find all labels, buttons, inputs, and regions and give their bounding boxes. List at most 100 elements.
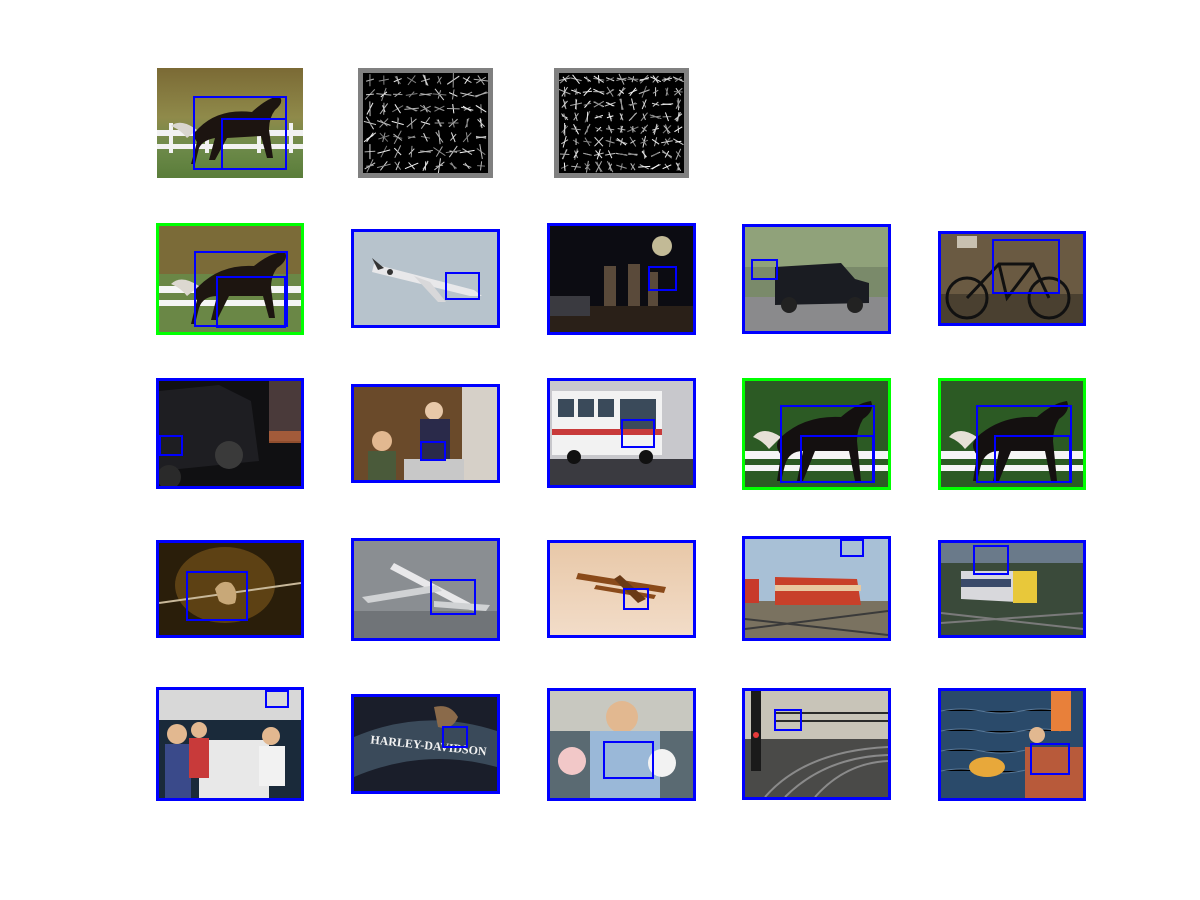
hog-gradient-stroke [562,135,567,148]
hog-gradient-stroke [642,113,646,121]
hog-gradient-stroke [638,165,651,168]
detection-box [186,571,248,621]
hog-gradient-stroke [584,152,591,156]
hog-gradient-stroke [435,146,443,157]
hog-gradient-stroke [662,164,672,170]
hog-gradient-stroke [404,107,419,110]
hog-gradient-stroke [573,113,579,121]
detection-box [445,272,480,300]
hog-gradient-stroke [435,164,444,168]
hog-gradient-stroke [420,116,431,130]
detection-box [420,441,446,461]
hog-gradient-stroke [460,92,475,97]
detection-bus[interactable] [547,378,696,488]
detection-horse-correct[interactable] [938,378,1086,490]
detection-motorbike[interactable]: HARLEY-DAVIDSON [351,694,500,794]
hog-gradient-stroke [582,90,593,93]
detection-box [973,545,1009,575]
detection-concert[interactable] [547,223,696,335]
hog-gradient-stroke [394,161,402,171]
detection-children[interactable] [351,384,500,483]
detection-box [992,239,1060,294]
hog-gradient-stroke [460,106,474,111]
detection-box [265,690,289,708]
hog-gradient-stroke [605,128,615,131]
hog-gradient-stroke [462,132,472,143]
detection-box [603,741,654,779]
hog-gradient-stroke [376,163,391,169]
detection-box [774,709,802,731]
hog-gradient-stroke [640,124,649,135]
hog-gradient-stroke [420,105,431,112]
hog-gradient-stroke [464,76,471,85]
detection-box [623,588,649,610]
hog-gradient-stroke [595,127,603,132]
hog-gradient-stroke [630,139,636,144]
hog-gradient-stroke [449,162,458,169]
hog-gradient-stroke [652,151,660,157]
hog-gradient-stroke [377,149,391,154]
hog-gradient-stroke [462,148,473,155]
detection-man-baby-dog[interactable] [547,688,696,801]
detection-box [648,266,677,291]
detection-party[interactable] [156,687,304,801]
detection-jet[interactable] [351,538,500,641]
detection-horse-correct[interactable] [742,378,891,490]
detection-box [216,276,286,328]
hog-gradient-stroke [394,104,401,114]
detection-aeroplane[interactable] [351,229,500,328]
hog-gradient-stroke [366,132,374,143]
detection-water[interactable] [938,688,1086,801]
query-horse-photo [157,68,303,178]
hog-gradient-stroke [572,74,580,84]
detection-railway[interactable] [742,688,891,800]
detection-box [994,435,1071,483]
detection-box [1030,743,1070,775]
hog-gradient-stroke [652,101,659,107]
detection-horse-correct[interactable] [156,223,304,335]
hog-gradient-stroke [479,161,483,171]
hog-gradient-stroke [464,162,470,170]
detection-train[interactable] [742,536,891,641]
hog-gradient-stroke [474,92,488,97]
hog-gradient-stroke [410,145,413,158]
hog-gradient-stroke [661,149,673,159]
detection-biplane[interactable] [547,540,696,638]
detection-car[interactable] [742,224,891,334]
detection-train[interactable] [938,540,1086,638]
hog-gradient-stroke [393,133,403,141]
hog-gradient-stroke [575,88,577,95]
detection-bird[interactable] [156,540,304,638]
hog-gradient-stroke [571,128,581,131]
hog-gradient-stroke [617,153,626,156]
detection-dark-car[interactable] [156,378,304,489]
detection-box [159,435,183,456]
hog-gradient-stroke [629,87,637,97]
hog-gradient-stroke [641,137,647,146]
hog-gradient-stroke [563,162,566,171]
detection-box [840,539,864,557]
hog-template-parts [554,68,689,178]
hog-gradient-stroke [366,164,374,167]
hog-gradient-stroke [651,164,660,170]
detection-box [442,726,468,748]
hog-gradient-stroke [641,99,647,110]
hog-template-root [358,68,493,178]
hog-gradient-stroke [675,148,682,160]
hog-gradient-stroke [410,117,413,129]
hog-gradient-stroke [586,111,589,122]
hog-gradient-stroke [394,145,402,159]
hog-gradient-stroke [436,76,442,84]
hog-gradient-stroke [479,144,483,160]
detection-box [221,118,287,170]
detection-box [751,259,778,280]
detection-bicycle[interactable] [938,231,1086,326]
hog-gradient-stroke [406,77,417,84]
hog-gradient-stroke [675,140,682,143]
hog-gradient-stroke [432,93,447,96]
hog-gradient-stroke [630,113,636,121]
hog-gradient-stroke [605,89,615,95]
detection-box [430,579,476,615]
detection-box [800,435,874,483]
hog-gradient-stroke [661,77,673,81]
